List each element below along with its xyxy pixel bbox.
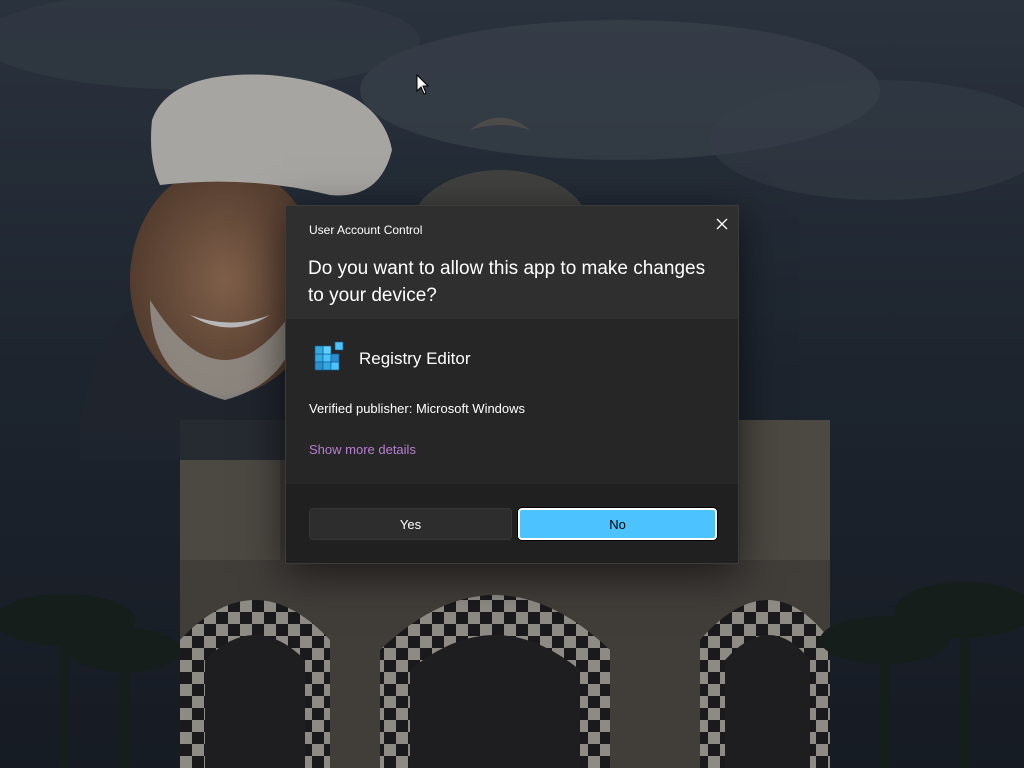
show-more-details-link[interactable]: Show more details — [309, 442, 416, 457]
yes-button[interactable]: Yes — [309, 508, 512, 540]
verified-publisher: Verified publisher: Microsoft Windows — [309, 401, 526, 416]
uac-footer: Yes No — [286, 484, 738, 563]
close-icon[interactable] — [710, 212, 734, 236]
app-name: Registry Editor — [359, 349, 471, 368]
uac-dialog: User Account Control Do you want to allo… — [285, 205, 739, 564]
mouse-pointer-icon — [416, 74, 430, 95]
dialog-question: Do you want to allow this app to make ch… — [308, 258, 706, 306]
no-button[interactable]: No — [518, 508, 717, 540]
dialog-title: User Account Control — [309, 223, 423, 237]
uac-body: Registry Editor Verified publisher: Micr… — [286, 319, 738, 484]
uac-header: User Account Control Do you want to allo… — [286, 206, 738, 319]
registry-editor-icon — [314, 341, 344, 371]
secure-desktop: User Account Control Do you want to allo… — [0, 0, 1024, 768]
